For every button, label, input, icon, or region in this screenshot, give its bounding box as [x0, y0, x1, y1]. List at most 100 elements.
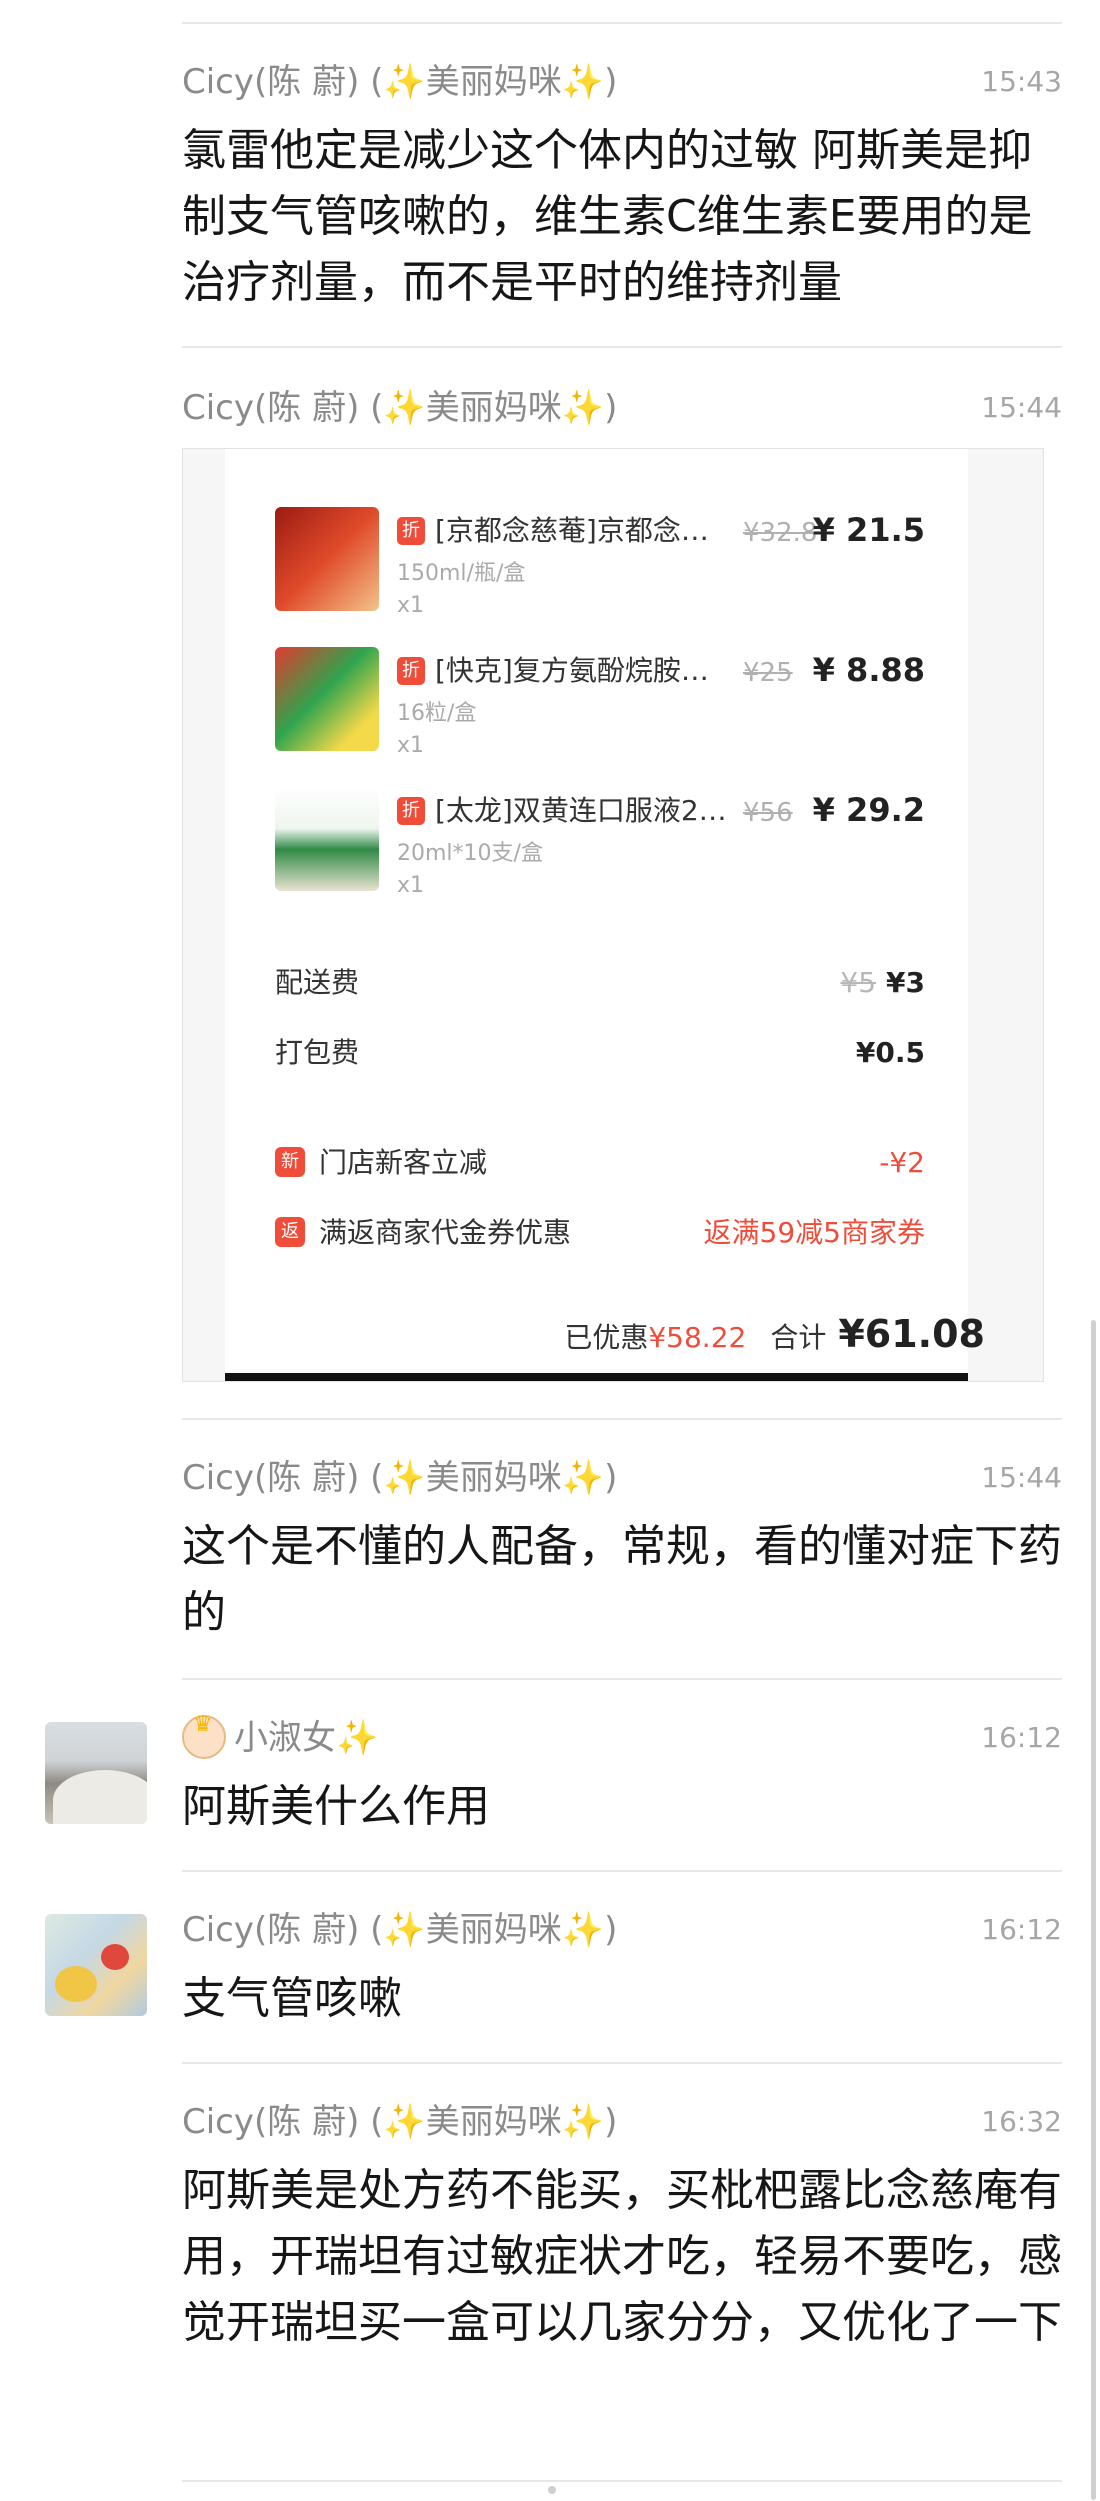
message-time: 15:44 [981, 1461, 1062, 1494]
discount-tag: 折 [397, 657, 425, 685]
rebate-value: 返满59减5商家券 [703, 1216, 925, 1249]
group-tag-close: ) [604, 388, 618, 428]
group-nickname: 美丽妈咪 [425, 2102, 562, 2142]
message-time: 16:12 [981, 1721, 1062, 1754]
rebate-tag: 返 [275, 1217, 305, 1247]
discount-tag: 折 [397, 797, 425, 825]
delivery-fee-row: 配送费 ¥5 ¥3 [275, 961, 925, 1005]
message-divider [182, 1678, 1062, 1680]
sender-name-row: Cicy(陈 蔚) (✨美丽妈咪✨) [182, 60, 1062, 104]
message-text[interactable]: 阿斯美是处方药不能买，买枇杷露比念慈庵有用，开瑞坦有过敏症状才吃，轻易不要吃，感… [182, 2158, 1062, 2356]
message-time: 16:32 [981, 2105, 1062, 2138]
message-divider [182, 1418, 1062, 1420]
order-screenshot-image[interactable]: 折 [京都念慈菴]京都念慈... ¥32.8 ¥ 21.5 150ml/瓶/盒 … [182, 448, 1044, 1382]
new-customer-tag: 新 [275, 1147, 305, 1177]
avatar[interactable] [45, 1914, 147, 2016]
discount-tag: 折 [397, 517, 425, 545]
new-customer-value: -¥2 [879, 1146, 925, 1179]
rebate-label: 满返商家代金券优惠 [319, 1216, 572, 1249]
product-quantity: x1 [397, 733, 425, 758]
sparkle-icon: ✨ [383, 1910, 426, 1950]
sparkle-icon: ✨ [336, 1718, 379, 1758]
message-divider [182, 2062, 1062, 2064]
product-price: ¥ 8.88 [812, 651, 925, 689]
message-text[interactable]: 这个是不懂的人配备，常规，看的懂对症下药的 [182, 1514, 1062, 1646]
sparkle-icon: ✨ [561, 388, 605, 428]
sender-name-row: Cicy(陈 蔚) (✨美丽妈咪✨) [182, 1456, 1062, 1500]
message-divider [182, 346, 1062, 348]
product-spec: 150ml/瓶/盒 [397, 561, 526, 586]
sender-name[interactable]: Cicy(陈 蔚) [182, 388, 359, 428]
order-total-row: 已优惠¥58.22 合计 ¥61.08 [564, 1309, 985, 1363]
chat-message[interactable]: Cicy(陈 蔚) (✨美丽妈咪✨) 16:32 阿斯美是处方药不能买，买枇杷露… [182, 2100, 1062, 2356]
order-summary-card: 折 [京都念慈菴]京都念慈... ¥32.8 ¥ 21.5 150ml/瓶/盒 … [225, 449, 968, 1381]
group-tag-open: ( [359, 388, 384, 428]
message-text[interactable]: 氯雷他定是减少这个体内的过敏 阿斯美是抑制支气管咳嗽的，维生素C维生素E要用的是… [182, 118, 1062, 316]
delivery-fee-original: ¥5 [840, 966, 877, 999]
discounted-label: 已优惠 [564, 1321, 649, 1354]
scrollbar[interactable] [1091, 1320, 1096, 2500]
rebate-coupon-row: 返满返商家代金券优惠 返满59减5商家券 [275, 1211, 925, 1255]
product-price: ¥ 29.2 [812, 791, 925, 829]
product-thumbnail [275, 507, 379, 611]
total-value: ¥61.08 [838, 1312, 985, 1356]
order-item: 折 [京都念慈菴]京都念慈... ¥32.8 ¥ 21.5 150ml/瓶/盒 … [275, 507, 925, 627]
product-price: ¥ 21.5 [812, 511, 925, 549]
product-thumbnail [275, 647, 379, 751]
group-tag-open: ( [359, 2102, 384, 2142]
group-nickname: 美丽妈咪 [425, 62, 562, 102]
sender-name-row: Cicy(陈 蔚) (✨美丽妈咪✨) [182, 386, 1062, 430]
sparkle-icon: ✨ [561, 62, 605, 102]
princess-emoji-icon [182, 1703, 226, 1759]
group-nickname: 美丽妈咪 [425, 1910, 562, 1950]
chat-message[interactable]: Cicy(陈 蔚) (✨美丽妈咪✨) 16:12 支气管咳嗽 [182, 1908, 1062, 2032]
sender-name[interactable]: Cicy(陈 蔚) [182, 2102, 359, 2142]
chat-message[interactable]: 小淑女✨ 16:12 阿斯美什么作用 [182, 1703, 1062, 1840]
sender-name-row: Cicy(陈 蔚) (✨美丽妈咪✨) [182, 2100, 1062, 2144]
delivery-fee-label: 配送费 [275, 966, 360, 999]
product-quantity: x1 [397, 593, 425, 618]
original-price: ¥32.8 [743, 518, 818, 548]
product-name: [京都念慈菴]京都念慈... [435, 514, 735, 547]
original-price: ¥56 [743, 798, 793, 828]
message-time: 16:12 [981, 1913, 1062, 1946]
sparkle-icon: ✨ [383, 62, 426, 102]
chat-message[interactable]: Cicy(陈 蔚) (✨美丽妈咪✨) 15:43 氯雷他定是减少这个体内的过敏 … [182, 60, 1062, 316]
message-divider [182, 1870, 1062, 1872]
sender-name[interactable]: Cicy(陈 蔚) [182, 62, 359, 102]
packing-fee-label: 打包费 [275, 1036, 360, 1069]
sparkle-icon: ✨ [561, 1910, 605, 1950]
group-nickname: 美丽妈咪 [425, 388, 562, 428]
sparkle-icon: ✨ [383, 1458, 426, 1498]
group-tag-close: ) [604, 1458, 618, 1498]
product-name: [太龙]双黄连口服液20m... [435, 794, 735, 827]
bottom-divider [182, 2480, 1062, 2482]
delivery-fee-value: ¥3 [886, 966, 925, 999]
sparkle-icon: ✨ [561, 1458, 605, 1498]
order-item: 折 [太龙]双黄连口服液20m... ¥56 ¥ 29.2 20ml*10支/盒… [275, 787, 925, 907]
product-thumbnail [275, 787, 379, 891]
avatar[interactable] [45, 1722, 147, 1824]
sender-name[interactable]: 小淑女 [234, 1718, 336, 1758]
scroll-indicator-dot [548, 2486, 556, 2494]
sparkle-icon: ✨ [383, 2102, 426, 2142]
group-tag-close: ) [604, 1910, 618, 1950]
message-text[interactable]: 支气管咳嗽 [182, 1966, 1062, 2032]
group-tag-open: ( [359, 1458, 384, 1498]
chat-message[interactable]: Cicy(陈 蔚) (✨美丽妈咪✨) 15:44 这个是不懂的人配备，常规，看的… [182, 1456, 1062, 1646]
screenshot-bottom-bar [225, 1373, 968, 1381]
sender-name-row: 小淑女✨ [182, 1703, 1062, 1760]
group-tag-close: ) [604, 2102, 618, 2142]
chat-message[interactable]: Cicy(陈 蔚) (✨美丽妈咪✨) 15:44 [182, 386, 1062, 430]
sender-name[interactable]: Cicy(陈 蔚) [182, 1458, 359, 1498]
product-name: [快克]复方氨酚烷胺胶囊... [435, 654, 735, 687]
total-label: 合计 [770, 1321, 827, 1354]
message-text[interactable]: 阿斯美什么作用 [182, 1774, 1062, 1840]
group-tag-open: ( [359, 62, 384, 102]
sender-name-row: Cicy(陈 蔚) (✨美丽妈咪✨) [182, 1908, 1062, 1952]
sender-name[interactable]: Cicy(陈 蔚) [182, 1910, 359, 1950]
order-item: 折 [快克]复方氨酚烷胺胶囊... ¥25 ¥ 8.88 16粒/盒 x1 [275, 647, 925, 767]
group-nickname: 美丽妈咪 [425, 1458, 562, 1498]
product-spec: 20ml*10支/盒 [397, 841, 543, 866]
packing-fee-value: ¥0.5 [855, 1036, 925, 1069]
